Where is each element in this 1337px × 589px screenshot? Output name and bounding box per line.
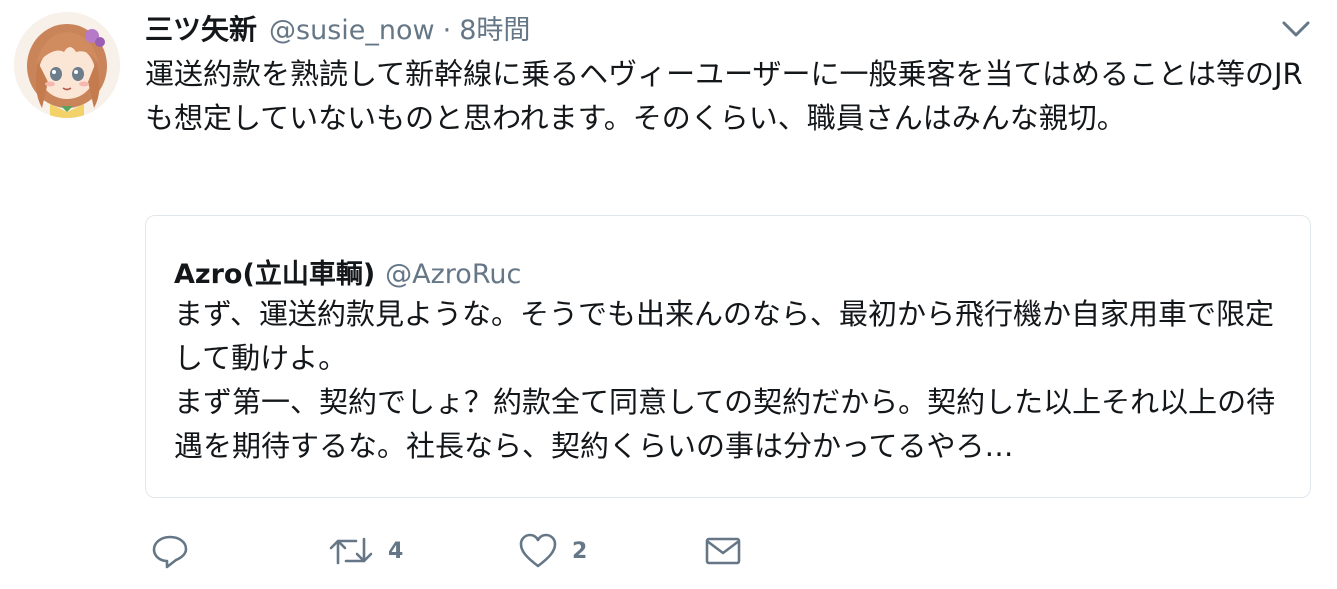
tweet-header: 三ツ矢新 @susie_now · 8時間 [145,8,530,48]
avatar[interactable] [14,12,120,118]
author-display-name[interactable]: 三ツ矢新 [145,8,257,48]
heart-icon [519,533,557,568]
like-count: 2 [572,538,588,564]
tweet-text: 運送約款を熟読して新幹線に乗るヘヴィーユーザーに一般乗客を当てはめることは等のJ… [145,57,1303,135]
retweet-button[interactable]: 4 [328,530,403,572]
tweet-timestamp[interactable]: 8時間 [459,8,530,47]
reply-button[interactable] [150,530,190,572]
header-separator: · [442,15,452,46]
retweet-count: 4 [388,538,404,564]
avatar-image [14,12,120,118]
like-button[interactable]: 2 [518,530,587,572]
quoted-author-handle: @AzroRuc [385,259,522,290]
envelope-icon [705,537,741,565]
quoted-tweet-text: まず、運送約款見ような。そうでも出来んのなら、最初から飛行機か自家用車で限定して… [174,297,1276,463]
chevron-down-icon [1282,21,1310,37]
quoted-author-display-name: Azro(立山車輌) [174,259,376,290]
more-options-caret[interactable] [1278,16,1314,42]
retweet-icon [329,537,373,565]
author-handle[interactable]: @susie_now [269,15,435,46]
reply-icon [152,535,188,569]
quoted-tweet[interactable]: Azro(立山車輌) @AzroRuc まず、運送約款見ような。そうでも出来んの… [145,215,1311,498]
quoted-tweet-header: Azro(立山車輌) @AzroRuc [174,252,521,291]
tweet-actions: 4 2 [150,530,850,572]
tweet: 三ツ矢新 @susie_now · 8時間 運送約款を熟読して新幹線に乗るヘヴィ… [0,0,1337,589]
direct-message-button[interactable] [703,530,743,572]
